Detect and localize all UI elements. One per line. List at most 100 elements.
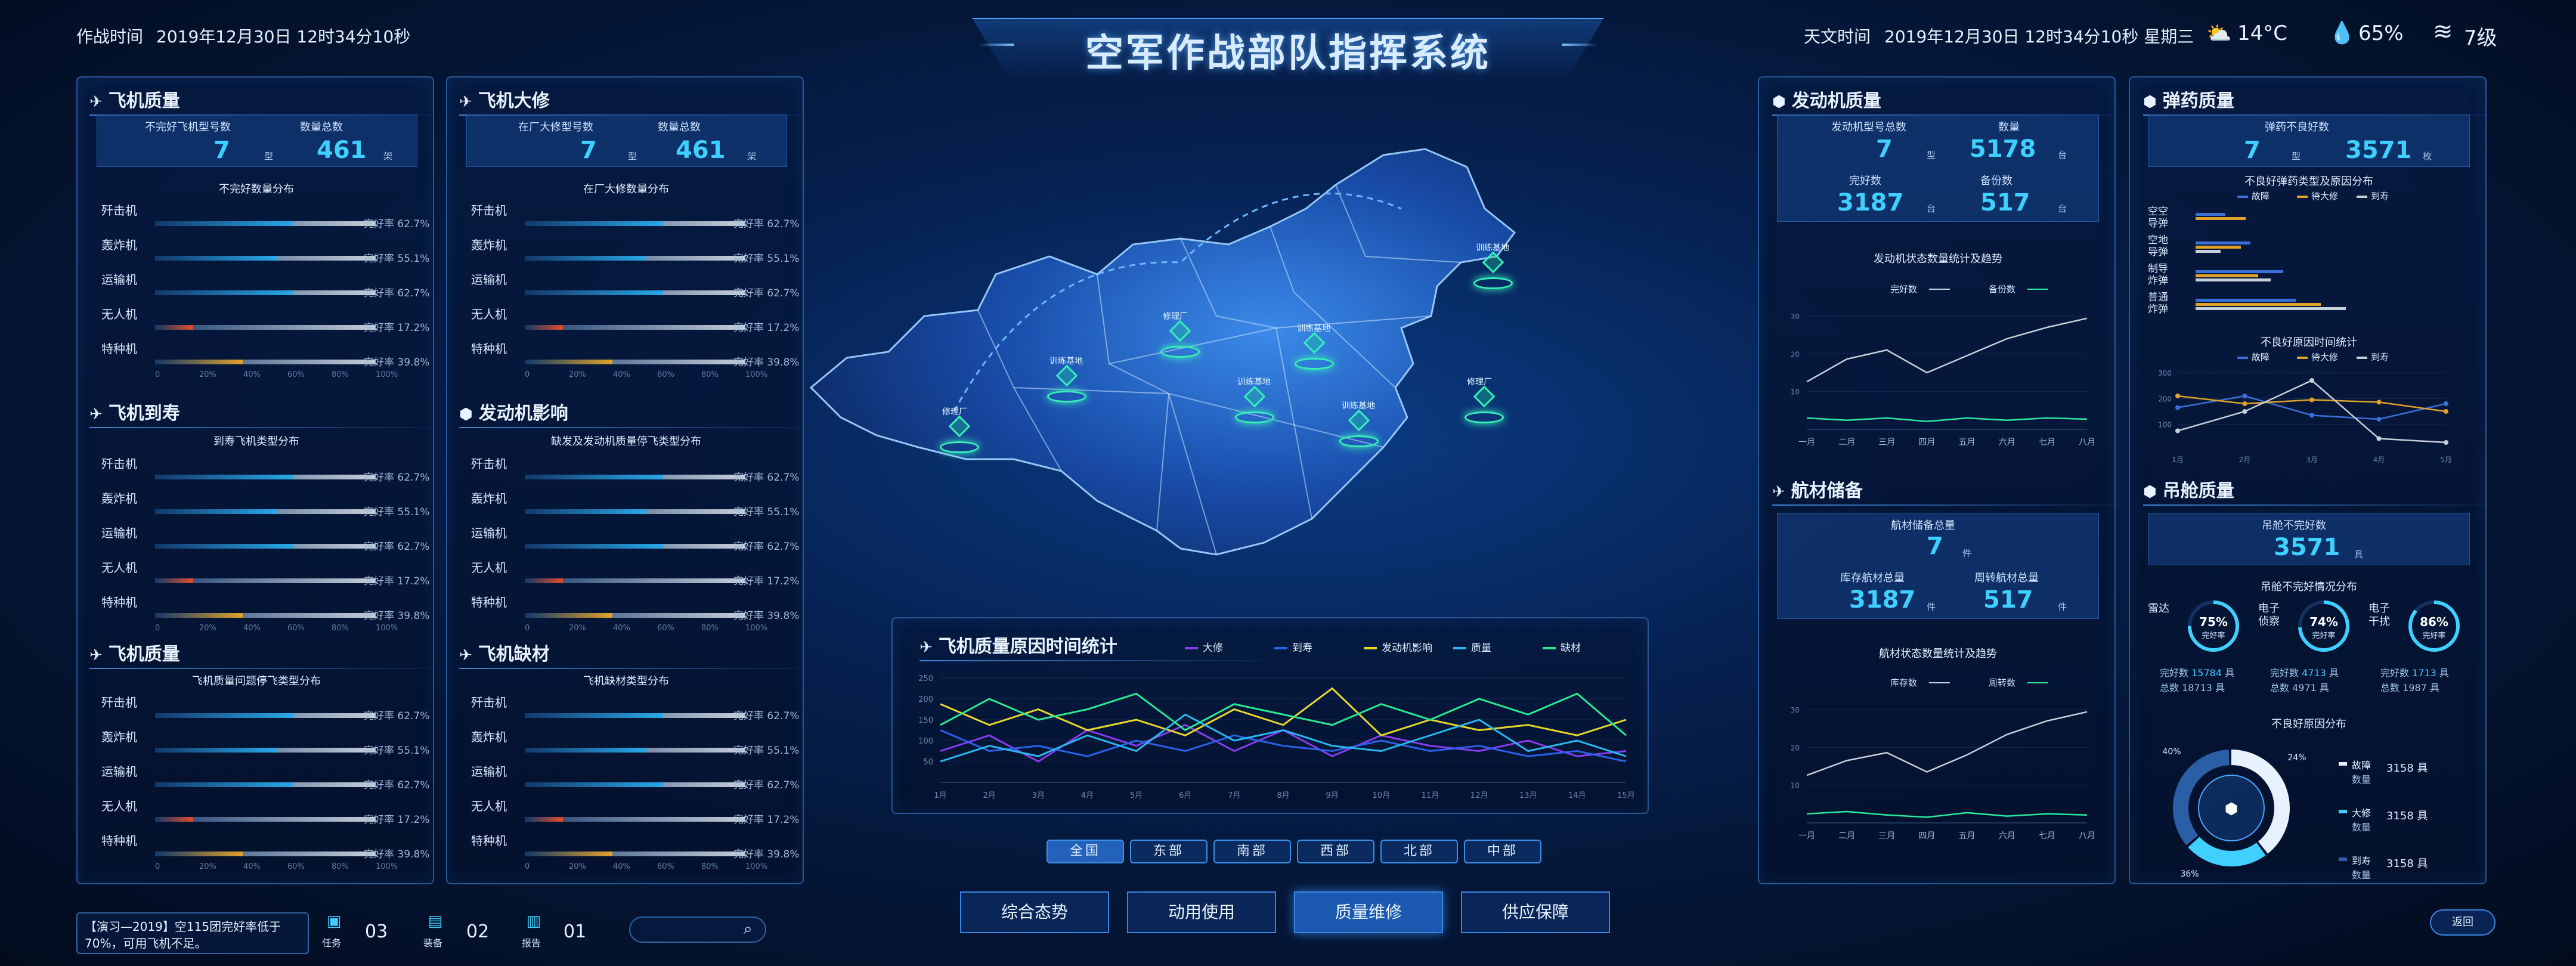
- stat-value: 7: [1927, 532, 1943, 560]
- stat-label: 周转航材总量: [1974, 572, 2039, 584]
- bar-fill: [155, 852, 243, 856]
- stat-box: 不完好飞机型号数 7 型 数量总数 461 架: [97, 114, 417, 167]
- marker-ring: [1047, 391, 1086, 402]
- search-input[interactable]: ⌕: [629, 917, 766, 943]
- bar-track: [525, 578, 745, 583]
- stat-label: 弹药不良好数: [2265, 121, 2329, 134]
- ammo-category: 制导炸弹: [2148, 263, 2168, 287]
- map-marker[interactable]: 训练基地: [1231, 376, 1279, 429]
- x-tick-label: 二月: [1838, 438, 1855, 447]
- bar-axis-tick: 80%: [701, 862, 719, 871]
- bar-row: 运输机 完好率 62.7%: [471, 269, 805, 299]
- bar-fill: [525, 782, 663, 787]
- nav-tab[interactable]: 质量维修: [1294, 891, 1443, 933]
- bar-row: 轰炸机 完好率 55.1%: [471, 488, 805, 518]
- gauge-percent: 75%: [2199, 615, 2228, 629]
- bar-rate: 完好率 62.7%: [364, 218, 430, 230]
- map-marker[interactable]: 修理厂: [936, 405, 984, 459]
- chart-caption: 不良好原因时间统计: [2261, 336, 2357, 349]
- bar-fill: [155, 290, 293, 295]
- bar-label: 运输机: [101, 764, 137, 779]
- bar-rate: 完好率 62.7%: [364, 287, 430, 299]
- equipment-icon[interactable]: ▤: [423, 912, 447, 936]
- x-tick-label: 12月: [1470, 791, 1488, 800]
- bar-label: 特种机: [101, 834, 137, 848]
- marker-pin-icon: [1243, 385, 1266, 408]
- legend-swatch: [1543, 647, 1556, 649]
- region-tab[interactable]: 东部: [1130, 840, 1208, 863]
- region-tab[interactable]: 全国: [1046, 840, 1124, 863]
- search-icon[interactable]: ⌕: [744, 920, 753, 939]
- airplane-icon: ✈: [459, 93, 472, 111]
- equipment-count: 02: [466, 921, 490, 942]
- marker-ring: [1295, 358, 1334, 370]
- bar-rate: 完好率 55.1%: [364, 506, 430, 518]
- bar-fill: [155, 578, 193, 583]
- legend-label: 大修: [1203, 642, 1223, 654]
- legend-label: 备份数: [1989, 284, 2015, 295]
- bar-label: 歼击机: [101, 457, 137, 471]
- pod-gauge: 电子干扰 86% 完好率 完好数 1713 具总数 1987 具: [2368, 596, 2476, 716]
- alert-notice[interactable]: 【演习—2019】空115团完好率低于70%，可用飞机不足。: [76, 912, 309, 954]
- bar-rate: 完好率 62.7%: [733, 779, 800, 791]
- bar-axis-tick: 20%: [199, 370, 216, 379]
- series-line: [1806, 417, 2088, 422]
- china-map[interactable]: 修理厂 训练基地 修理厂 训练基地 训练基地 修理厂 训练基地 训练基地: [799, 137, 1693, 590]
- y-tick-label: 10: [1791, 782, 1800, 790]
- bar-track: [525, 544, 745, 549]
- ammo-bar: [2196, 303, 2321, 306]
- bar-row: 特种机 完好率 39.8%: [471, 592, 805, 622]
- return-button[interactable]: 返回: [2430, 909, 2496, 936]
- legend-label: 到寿: [2371, 191, 2389, 202]
- bar-fill: [525, 360, 613, 364]
- region-tab[interactable]: 北部: [1380, 840, 1458, 863]
- bar-track: [155, 221, 376, 226]
- bar-label: 轰炸机: [101, 238, 137, 252]
- bar-fill: [525, 256, 646, 261]
- region-tab[interactable]: 中部: [1464, 840, 1541, 863]
- gauge-name: 雷达: [2148, 602, 2169, 615]
- map-marker[interactable]: 训练基地: [1470, 242, 1518, 295]
- chart-caption: 不良好原因分布: [2271, 718, 2346, 730]
- marker-pin-icon: [1055, 364, 1078, 387]
- marker-ring: [1473, 277, 1513, 289]
- nav-tab[interactable]: 供应保障: [1461, 891, 1610, 933]
- bar-row: 运输机 完好率 62.7%: [101, 269, 435, 299]
- map-marker[interactable]: 训练基地: [1044, 355, 1091, 408]
- series-line: [940, 687, 1627, 736]
- bar-axis-tick: 100%: [376, 862, 398, 871]
- bar-row: 无人机 完好率 17.2%: [101, 795, 435, 826]
- y-tick-label: 30: [1791, 706, 1800, 714]
- bar-axis-tick: 100%: [745, 370, 768, 379]
- nav-tab[interactable]: 动用使用: [1127, 891, 1276, 933]
- report-label: 报告: [522, 937, 541, 949]
- legend-name: 故障: [2352, 760, 2371, 771]
- map-marker[interactable]: 修理厂: [1157, 310, 1205, 364]
- bar-track: [525, 817, 745, 822]
- bar-axis-tick: 40%: [243, 370, 261, 379]
- map-svg: [809, 148, 1516, 556]
- report-icon[interactable]: ▥: [522, 912, 546, 936]
- legend-swatch: [2339, 762, 2347, 766]
- airplane-icon: ✈: [89, 405, 103, 423]
- region-tab[interactable]: 南部: [1213, 840, 1291, 863]
- bar-rate: 完好率 62.7%: [733, 541, 800, 553]
- stat-unit: 具: [2354, 549, 2364, 560]
- x-tick-label: 4月: [2373, 456, 2385, 464]
- region-tab[interactable]: 西部: [1297, 840, 1374, 863]
- bar-row: 特种机 完好率 39.8%: [101, 338, 435, 369]
- series-point: [2309, 397, 2314, 402]
- map-marker[interactable]: 修理厂: [1461, 376, 1509, 429]
- bar-row: 歼击机 完好率 62.7%: [471, 692, 805, 722]
- bar-row: 轰炸机 完好率 55.1%: [101, 234, 435, 265]
- map-marker[interactable]: 训练基地: [1291, 322, 1339, 376]
- section-title-aircraft-lifespan: ✈ 飞机到寿: [89, 398, 435, 428]
- stat-value: 3571: [2345, 137, 2412, 164]
- stat-label: 在厂大修型号数: [518, 121, 593, 134]
- legend-label: 待大修: [2311, 191, 2339, 202]
- nav-tab[interactable]: 综合态势: [960, 891, 1109, 933]
- legend-label: 发动机影响: [1382, 642, 1432, 654]
- map-marker[interactable]: 训练基地: [1336, 400, 1383, 453]
- task-icon[interactable]: ▣: [322, 912, 346, 936]
- cube-icon: ⬢: [2143, 483, 2157, 501]
